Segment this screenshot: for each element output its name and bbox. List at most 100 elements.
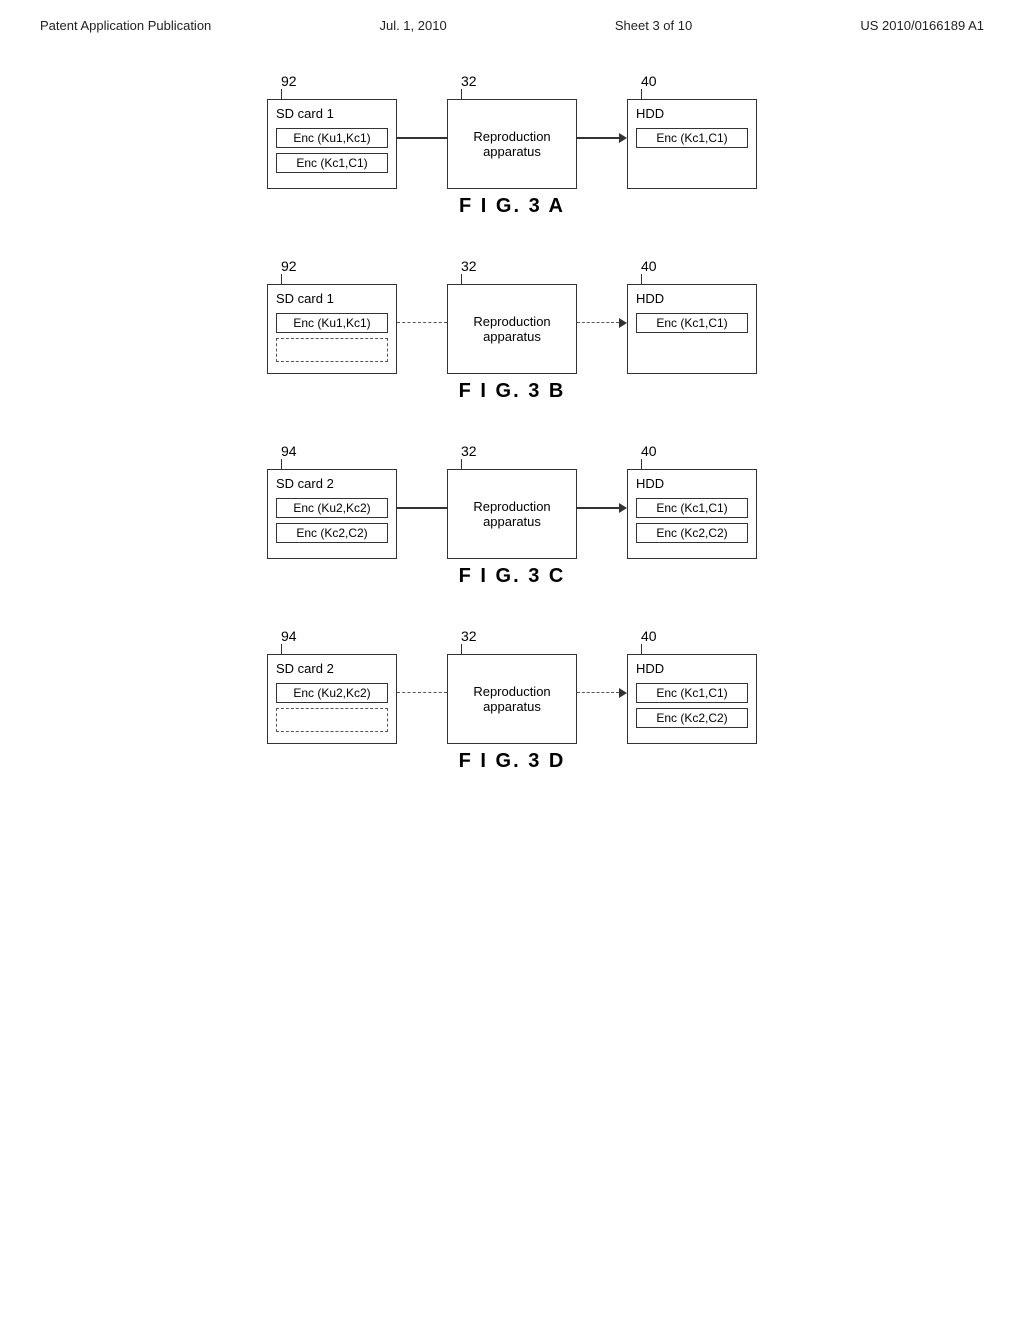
repro-box-3c: Reproductionapparatus xyxy=(447,469,577,559)
repro-number-3d: 32 xyxy=(461,628,477,654)
caption-3c: F I G. 3 C xyxy=(60,565,964,588)
sdcard2-group-3c: 94 SD card 2 Enc (Ku2,Kc2) Enc (Kc2,C2) xyxy=(267,443,397,559)
diagram-3c: 94 SD card 2 Enc (Ku2,Kc2) Enc (Kc2,C2) … xyxy=(60,443,964,559)
hdd-number-3c: 40 xyxy=(641,443,657,469)
sdcard1-label-3a: SD card 1 xyxy=(276,106,388,121)
hdd-inner1-3a: Enc (Kc1,C1) xyxy=(636,128,748,148)
connector2-3b xyxy=(577,278,627,368)
dashed-line1-3d xyxy=(397,692,447,694)
line1-3a xyxy=(397,137,447,139)
connector1-3b xyxy=(397,278,447,368)
sdcard1-inner2-3a: Enc (Kc1,C1) xyxy=(276,153,388,173)
repro-number-3a: 32 xyxy=(461,73,477,99)
dashed-line2-3b xyxy=(577,322,619,324)
connector2-3a xyxy=(577,93,627,183)
hdd-label-3b: HDD xyxy=(636,291,748,306)
bracket-line-3d3 xyxy=(641,644,642,654)
sdcard2-box-3c: SD card 2 Enc (Ku2,Kc2) Enc (Kc2,C2) xyxy=(267,469,397,559)
bracket-line-3b1 xyxy=(281,274,282,284)
hdd-inner1-3d: Enc (Kc1,C1) xyxy=(636,683,748,703)
hdd-box-3d: HDD Enc (Kc1,C1) Enc (Kc2,C2) xyxy=(627,654,757,744)
bracket-line xyxy=(281,89,282,99)
connector1-3d xyxy=(397,648,447,738)
figure-3a: 92 SD card 1 Enc (Ku1,Kc1) Enc (Kc1,C1) … xyxy=(60,73,964,218)
hdd-number-3a: 40 xyxy=(641,73,657,99)
hdd-box-3b: HDD Enc (Kc1,C1) xyxy=(627,284,757,374)
line2-3c xyxy=(577,507,619,509)
hdd-group-3d: 40 HDD Enc (Kc1,C1) Enc (Kc2,C2) xyxy=(627,628,757,744)
bracket-line-3d2 xyxy=(461,644,462,654)
hdd-group-3a: 40 HDD Enc (Kc1,C1) xyxy=(627,73,757,189)
hdd-box-3a: HDD Enc (Kc1,C1) xyxy=(627,99,757,189)
sdcard1-inner2-3b xyxy=(276,338,388,362)
arrowhead-3a xyxy=(619,133,627,143)
sdcard2-inner1-3d: Enc (Ku2,Kc2) xyxy=(276,683,388,703)
repro-box-3d: Reproductionapparatus xyxy=(447,654,577,744)
diagram-3b: 92 SD card 1 Enc (Ku1,Kc1) 32 xyxy=(60,258,964,374)
sdcard1-label-3b: SD card 1 xyxy=(276,291,388,306)
connector2-3d xyxy=(577,648,627,738)
dashed-line2-3d xyxy=(577,692,619,694)
repro-label-3a: Reproductionapparatus xyxy=(473,129,550,159)
hdd-inner2-3d: Enc (Kc2,C2) xyxy=(636,708,748,728)
arrowhead-3d xyxy=(619,688,627,698)
bracket-line-3c3 xyxy=(641,459,642,469)
header-center: Jul. 1, 2010 xyxy=(379,18,446,33)
hdd-inner1-3c: Enc (Kc1,C1) xyxy=(636,498,748,518)
sdcard2-group-3d: 94 SD card 2 Enc (Ku2,Kc2) xyxy=(267,628,397,744)
hdd-number-3b: 40 xyxy=(641,258,657,284)
hdd-label-3a: HDD xyxy=(636,106,748,121)
sdcard1-group-3b: 92 SD card 1 Enc (Ku1,Kc1) xyxy=(267,258,397,374)
sdcard2-inner2-3c: Enc (Kc2,C2) xyxy=(276,523,388,543)
bracket-line-3c1 xyxy=(281,459,282,469)
hdd-group-3c: 40 HDD Enc (Kc1,C1) Enc (Kc2,C2) xyxy=(627,443,757,559)
repro-label-3b: Reproductionapparatus xyxy=(473,314,550,344)
repro-label-3c: Reproductionapparatus xyxy=(473,499,550,529)
bracket-line2 xyxy=(461,89,462,99)
sdcard1-box-3b: SD card 1 Enc (Ku1,Kc1) xyxy=(267,284,397,374)
caption-3b: F I G. 3 B xyxy=(60,380,964,403)
line2-3a xyxy=(577,137,619,139)
hdd-number-3d: 40 xyxy=(641,628,657,654)
repro-number-3c: 32 xyxy=(461,443,477,469)
hdd-inner2-3c: Enc (Kc2,C2) xyxy=(636,523,748,543)
repro-label-3d: Reproductionapparatus xyxy=(473,684,550,714)
caption-3d: F I G. 3 D xyxy=(60,750,964,773)
sdcard2-label-3d: SD card 2 xyxy=(276,661,388,676)
sdcard2-inner1-3c: Enc (Ku2,Kc2) xyxy=(276,498,388,518)
diagram-3a: 92 SD card 1 Enc (Ku1,Kc1) Enc (Kc1,C1) … xyxy=(60,73,964,189)
hdd-inner1-3b: Enc (Kc1,C1) xyxy=(636,313,748,333)
sdcard2-number-3c: 94 xyxy=(281,443,297,469)
hdd-label-3c: HDD xyxy=(636,476,748,491)
sdcard1-inner1-3b: Enc (Ku1,Kc1) xyxy=(276,313,388,333)
page-header: Patent Application Publication Jul. 1, 2… xyxy=(0,0,1024,43)
diagram-3d: 94 SD card 2 Enc (Ku2,Kc2) 32 xyxy=(60,628,964,744)
bracket-line-3b3 xyxy=(641,274,642,284)
line1-3c xyxy=(397,507,447,509)
hdd-group-3b: 40 HDD Enc (Kc1,C1) xyxy=(627,258,757,374)
sdcard2-label-3c: SD card 2 xyxy=(276,476,388,491)
sdcard1-inner1-3a: Enc (Ku1,Kc1) xyxy=(276,128,388,148)
repro-group-3c: 32 Reproductionapparatus xyxy=(447,443,577,559)
connector1-3c xyxy=(397,463,447,553)
hdd-box-3c: HDD Enc (Kc1,C1) Enc (Kc2,C2) xyxy=(627,469,757,559)
dashed-line1-3b xyxy=(397,322,447,324)
caption-3a: F I G. 3 A xyxy=(60,195,964,218)
figure-3c: 94 SD card 2 Enc (Ku2,Kc2) Enc (Kc2,C2) … xyxy=(60,443,964,588)
bracket-line-3b2 xyxy=(461,274,462,284)
sdcard2-number-3d: 94 xyxy=(281,628,297,654)
figure-3b: 92 SD card 1 Enc (Ku1,Kc1) 32 xyxy=(60,258,964,403)
arrowhead-3c xyxy=(619,503,627,513)
repro-box-3a: Reproductionapparatus xyxy=(447,99,577,189)
repro-group-3d: 32 Reproductionapparatus xyxy=(447,628,577,744)
sdcard2-inner2-3d xyxy=(276,708,388,732)
header-sheet: Sheet 3 of 10 xyxy=(615,18,692,33)
bracket-line-3c2 xyxy=(461,459,462,469)
header-left: Patent Application Publication xyxy=(40,18,211,33)
repro-group-3a: 32 Reproductionapparatus xyxy=(447,73,577,189)
header-right: US 2010/0166189 A1 xyxy=(860,18,984,33)
repro-group-3b: 32 Reproductionapparatus xyxy=(447,258,577,374)
main-content: 92 SD card 1 Enc (Ku1,Kc1) Enc (Kc1,C1) … xyxy=(0,43,1024,833)
bracket-line-3d1 xyxy=(281,644,282,654)
sdcard2-box-3d: SD card 2 Enc (Ku2,Kc2) xyxy=(267,654,397,744)
